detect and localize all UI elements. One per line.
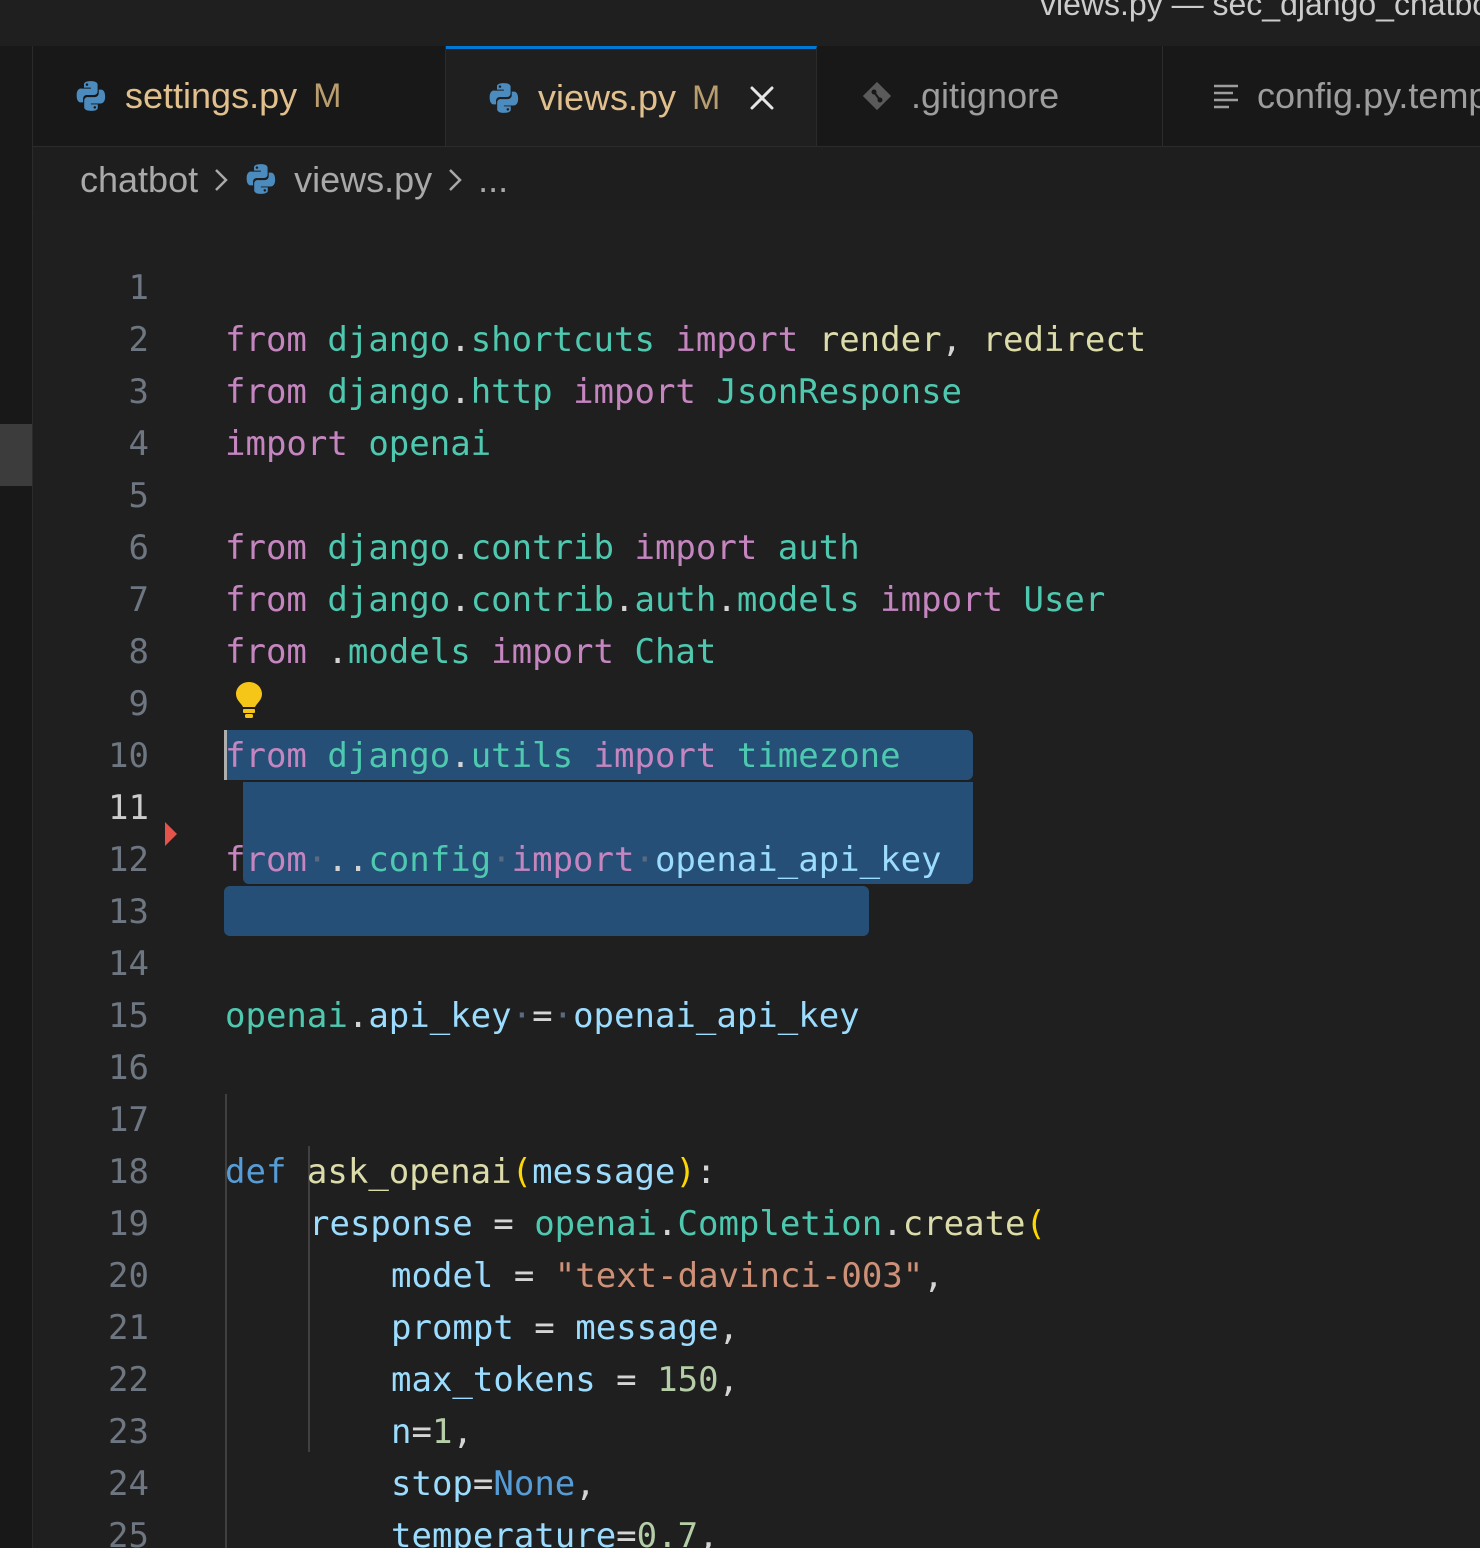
chevron-right-icon [206, 165, 236, 195]
active-view-indicator [0, 424, 32, 486]
python-icon [244, 162, 280, 198]
code-line: 13 [33, 834, 1480, 932]
window-title: views.py — sec_django_chatbot [1040, 0, 1480, 22]
code-line: 25 ) [33, 1458, 1480, 1548]
code-line: 4 [33, 366, 1480, 464]
code-line: 2 from django.http import JsonResponse [33, 262, 1480, 412]
tab-config-template[interactable]: config.py.template [1163, 46, 1480, 146]
code-line: 7 from .models import Chat [33, 522, 1480, 672]
code-line: 5 from django.contrib import auth [33, 418, 1480, 568]
breadcrumb-more[interactable]: ... [478, 159, 508, 201]
code-line: 21 max_tokens = 150, [33, 1250, 1480, 1400]
modified-badge: M [692, 78, 721, 117]
breadcrumb: chatbot views.py ... [80, 152, 508, 208]
code-line: 1 from django.shortcuts import render, r… [33, 210, 1480, 360]
tab-label: views.py [538, 77, 677, 118]
code-line: 6 from django.contrib.auth.models import… [33, 470, 1480, 620]
code-line: 3 import openai [33, 314, 1480, 464]
activity-strip [0, 46, 33, 1548]
breadcrumb-folder[interactable]: chatbot [80, 159, 198, 201]
code-line: 22 n=1, [33, 1302, 1480, 1452]
close-icon[interactable] [748, 84, 776, 112]
code-line: 26 [33, 1510, 1480, 1548]
tab-bar: settings.py M views.py M .gitignore conf… [33, 46, 1480, 147]
git-icon [859, 78, 895, 114]
breadcrumb-file[interactable]: views.py [294, 159, 432, 201]
code-line: 12 [33, 782, 1480, 880]
code-line: 15 [33, 938, 1480, 1036]
code-line: 20 prompt = message, [33, 1198, 1480, 1348]
code-line: 9 from django.utils import timezone [33, 626, 1480, 776]
code-editor[interactable]: 1 from django.shortcuts import render, r… [33, 210, 1480, 1548]
code-line: 17 def ask_openai(message): [33, 1042, 1480, 1192]
tab-settings-py[interactable]: settings.py M [33, 46, 446, 146]
tab-gitignore[interactable]: .gitignore [817, 46, 1163, 146]
chevron-right-icon [440, 165, 470, 195]
code-line: 8 [33, 574, 1480, 672]
python-icon [73, 78, 109, 114]
code-line: 19 model = "text-davinci-003", [33, 1146, 1480, 1296]
code-line: 16 [33, 990, 1480, 1088]
code-line: 23 stop=None, [33, 1354, 1480, 1504]
tab-label: config.py.template [1257, 75, 1480, 116]
code-line: 24 temperature=0.7, [33, 1406, 1480, 1548]
code-line-current: 11 from·..config·import·openai_api_key [33, 730, 1480, 880]
code-line: 14 openai.api_key·=·openai_api_key [33, 886, 1480, 1036]
tab-label: .gitignore [911, 75, 1060, 116]
tab-views-py[interactable]: views.py M [446, 46, 817, 146]
lines-icon [1211, 78, 1241, 114]
code-line: 18 response = openai.Completion.create( [33, 1094, 1480, 1244]
title-bar: views.py — sec_django_chatbot [0, 0, 1480, 47]
modified-badge: M [313, 76, 342, 115]
python-icon [486, 80, 522, 116]
code-line: 10 [33, 678, 1480, 776]
tab-label: settings.py [125, 75, 298, 116]
